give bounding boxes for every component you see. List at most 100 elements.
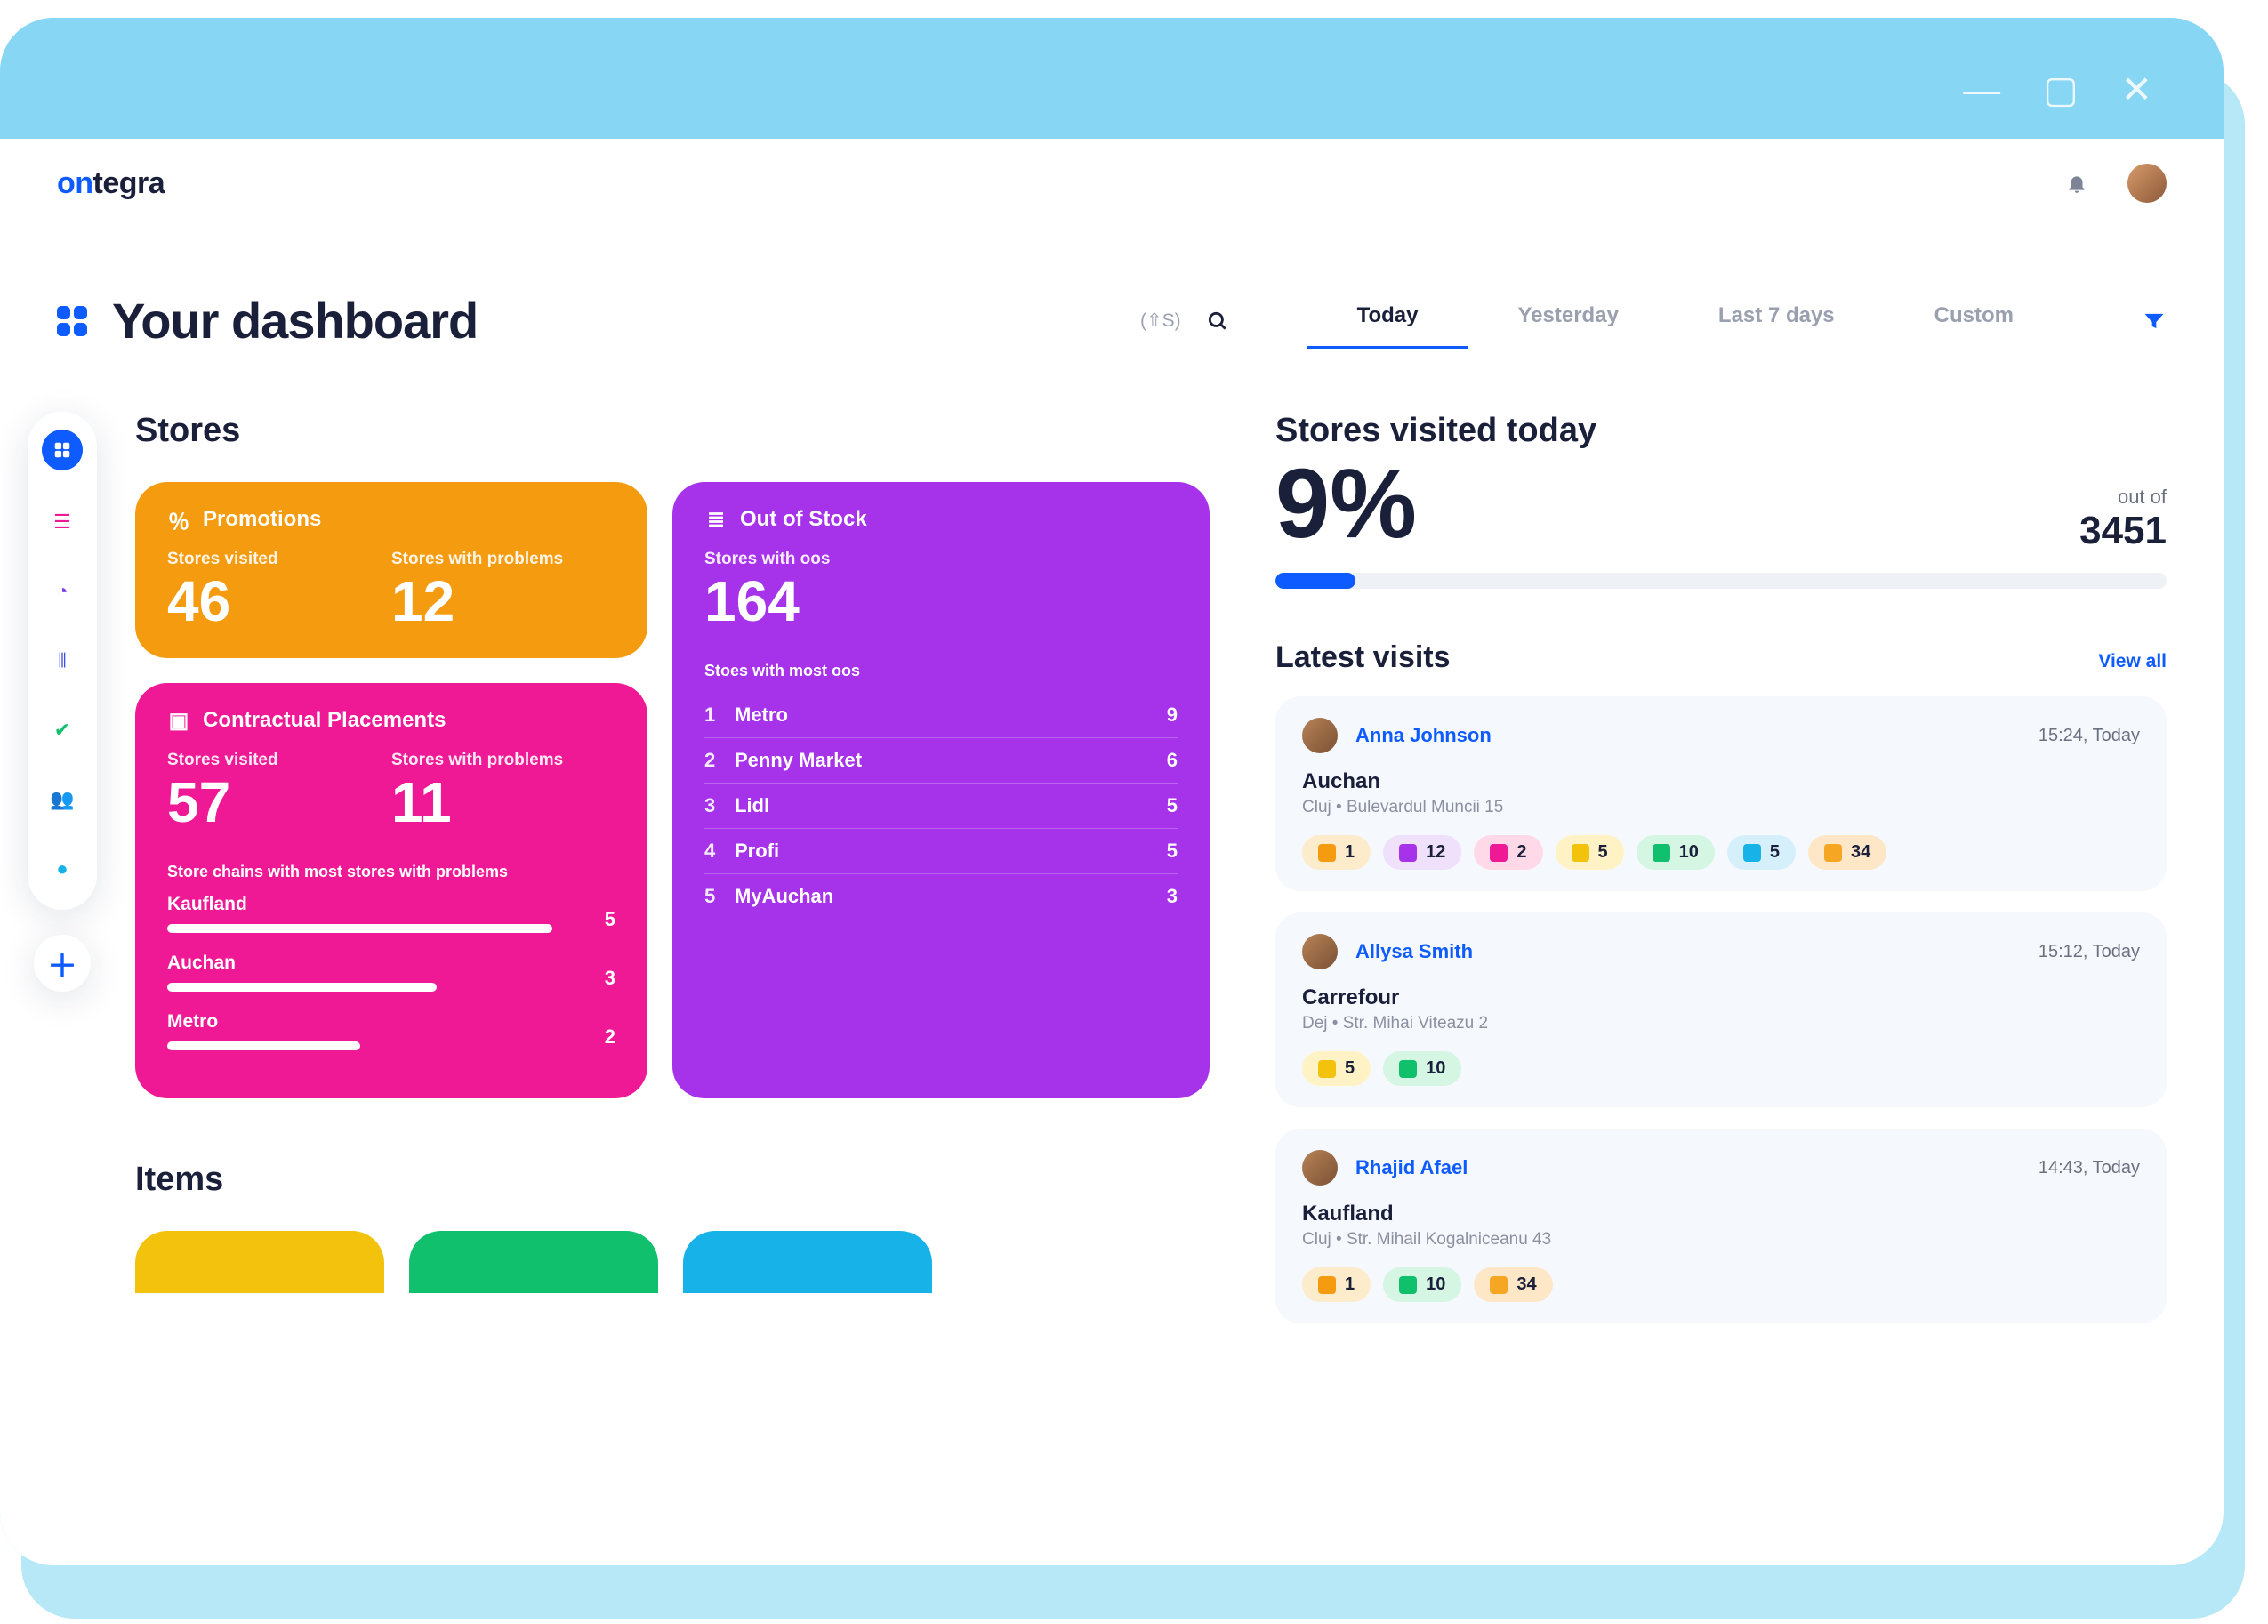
dashboard-icon	[57, 306, 87, 336]
metric-badge: 1	[1302, 1267, 1371, 1302]
visit-user-name[interactable]: Allysa Smith	[1355, 940, 1473, 963]
metric-badge: 5	[1727, 835, 1796, 870]
badge-icon	[1318, 844, 1336, 862]
visit-store: Carrefour	[1302, 985, 2140, 1010]
topbar: ontegra	[0, 139, 2224, 203]
card-oos[interactable]: ≣Out of Stock Stores with oos 164 Stoes …	[672, 482, 1210, 1098]
visit-card[interactable]: Allysa Smith 15:12, Today Carrefour Dej …	[1275, 912, 2167, 1107]
kpi-progress	[1275, 573, 2167, 589]
oos-list: 1Metro92Penny Market63Lidl54Profi55MyAuc…	[704, 693, 1178, 919]
contractual-visited: 57	[167, 774, 391, 831]
badge-icon	[1318, 1276, 1336, 1294]
timerange-tabs: TodayYesterdayLast 7 daysCustom	[1307, 293, 2063, 349]
item-pill[interactable]	[683, 1231, 932, 1293]
metric-badge: 10	[1383, 1051, 1461, 1086]
visit-time: 15:24, Today	[2039, 726, 2140, 746]
notifications-icon[interactable]	[2065, 172, 2088, 195]
search-shortcut-hint: (⇧S)	[1140, 310, 1181, 332]
card-title: Contractual Placements	[203, 708, 446, 733]
title-row: Your dashboard (⇧S) TodayYesterdayLast 7…	[0, 203, 2224, 350]
oos-row[interactable]: 4Profi5	[704, 829, 1178, 874]
visit-avatar	[1302, 1150, 1338, 1186]
nav-tasks[interactable]: ✔	[44, 712, 80, 748]
metric-badge: 10	[1637, 835, 1715, 870]
visit-address: Cluj • Bulevardul Muncii 15	[1302, 798, 2140, 817]
metric-badge: 10	[1383, 1267, 1461, 1302]
visit-card[interactable]: Anna Johnson 15:24, Today Auchan Cluj • …	[1275, 696, 2167, 891]
visit-address: Dej • Str. Mihai Viteazu 2	[1302, 1014, 2140, 1033]
visit-list: Anna Johnson 15:24, Today Auchan Cluj • …	[1275, 696, 2167, 1323]
card-title: Promotions	[203, 507, 321, 532]
visit-card[interactable]: Rhajid Afael 14:43, Today Kaufland Cluj …	[1275, 1129, 2167, 1323]
app-surface: ontegra Your dashboard (⇧S) TodayYesterd…	[0, 139, 2224, 1565]
chains-bar-list: Kaufland 5Auchan 3Metro 2	[167, 894, 615, 1050]
search-icon[interactable]	[1206, 310, 1229, 333]
percent-icon: ％	[167, 508, 190, 531]
metric-badge: 5	[1302, 1051, 1371, 1086]
brand-logo[interactable]: ontegra	[57, 166, 165, 201]
oos-row[interactable]: 2Penny Market6	[704, 738, 1178, 784]
card-contractual[interactable]: ▣Contractual Placements Stores visited57…	[135, 683, 647, 1098]
metric-badge: 34	[1474, 1267, 1552, 1302]
window-maximize-icon[interactable]: ▢	[2043, 68, 2079, 111]
visit-user-name[interactable]: Rhajid Afael	[1355, 1156, 1468, 1179]
view-all-link[interactable]: View all	[2098, 651, 2167, 672]
item-pill[interactable]	[409, 1231, 658, 1293]
page-title: Your dashboard	[112, 292, 478, 350]
nav-map[interactable]: ⫴	[44, 643, 80, 679]
visit-user-name[interactable]: Anna Johnson	[1355, 724, 1492, 747]
window-close-icon[interactable]: ✕	[2121, 68, 2152, 111]
nav-rail: ☰ ◔ ⫴ ✔ 👥 ● ＋	[0, 350, 125, 1345]
tab-custom[interactable]: Custom	[1885, 293, 2063, 349]
metric-badge: 1	[1302, 835, 1371, 870]
tab-today[interactable]: Today	[1307, 293, 1468, 349]
oos-count: 164	[704, 573, 1178, 630]
visit-store: Kaufland	[1302, 1202, 2140, 1226]
nav-lists[interactable]: ☰	[44, 504, 80, 540]
promotions-visited: 46	[167, 573, 391, 630]
filter-icon[interactable]	[2142, 309, 2167, 334]
stores-heading: Stores	[135, 412, 1211, 450]
badge-icon	[1490, 844, 1508, 862]
kpi-title: Stores visited today	[1275, 412, 2167, 450]
visit-address: Cluj • Str. Mihail Kogalniceanu 43	[1302, 1230, 2140, 1250]
nav-chat[interactable]: ●	[44, 851, 80, 887]
metric-badge: 2	[1474, 835, 1542, 870]
badge-icon	[1399, 1276, 1417, 1294]
tab-last-7-days[interactable]: Last 7 days	[1669, 293, 1885, 349]
visit-time: 15:12, Today	[2039, 942, 2140, 962]
window-chrome: — ▢ ✕ ontegra Your dashboard (⇧S) TodayY…	[0, 18, 2224, 1565]
nav-analytics[interactable]: ◔	[44, 574, 80, 609]
nav-team[interactable]: 👥	[44, 782, 80, 817]
metric-badge: 34	[1808, 835, 1886, 870]
oos-row[interactable]: 5MyAuchan3	[704, 874, 1178, 919]
item-pill[interactable]	[135, 1231, 384, 1293]
kpi-total: 3451	[2079, 509, 2167, 552]
badge-icon	[1399, 1060, 1417, 1078]
tab-yesterday[interactable]: Yesterday	[1468, 293, 1669, 349]
kpi-percent: 9%	[1275, 455, 1417, 553]
stack-icon: ≣	[704, 508, 728, 531]
visit-time: 14:43, Today	[2039, 1158, 2140, 1178]
oos-row[interactable]: 3Lidl5	[704, 784, 1178, 829]
card-promotions[interactable]: ％Promotions Stores visited46 Stores with…	[135, 482, 647, 658]
item-pill-row	[135, 1231, 1211, 1293]
badge-icon	[1653, 844, 1670, 862]
contractual-problems: 11	[391, 774, 615, 831]
oos-row[interactable]: 1Metro9	[704, 693, 1178, 738]
visit-avatar	[1302, 718, 1338, 753]
window-minimize-icon[interactable]: —	[1963, 68, 2000, 111]
user-avatar[interactable]	[2127, 164, 2167, 203]
metric-badge: 5	[1556, 835, 1624, 870]
chain-bar: Metro 2	[167, 1011, 615, 1050]
badge-icon	[1743, 844, 1761, 862]
visit-avatar	[1302, 934, 1338, 969]
nav-dashboard[interactable]	[42, 430, 83, 470]
latest-visits-heading: Latest visits	[1275, 640, 1451, 675]
badge-icon	[1399, 844, 1417, 862]
badge-icon	[1824, 844, 1842, 862]
badge-icon	[1572, 844, 1589, 862]
card-title: Out of Stock	[740, 507, 867, 532]
clipboard-icon: ▣	[167, 709, 190, 732]
nav-add-button[interactable]: ＋	[34, 935, 91, 992]
